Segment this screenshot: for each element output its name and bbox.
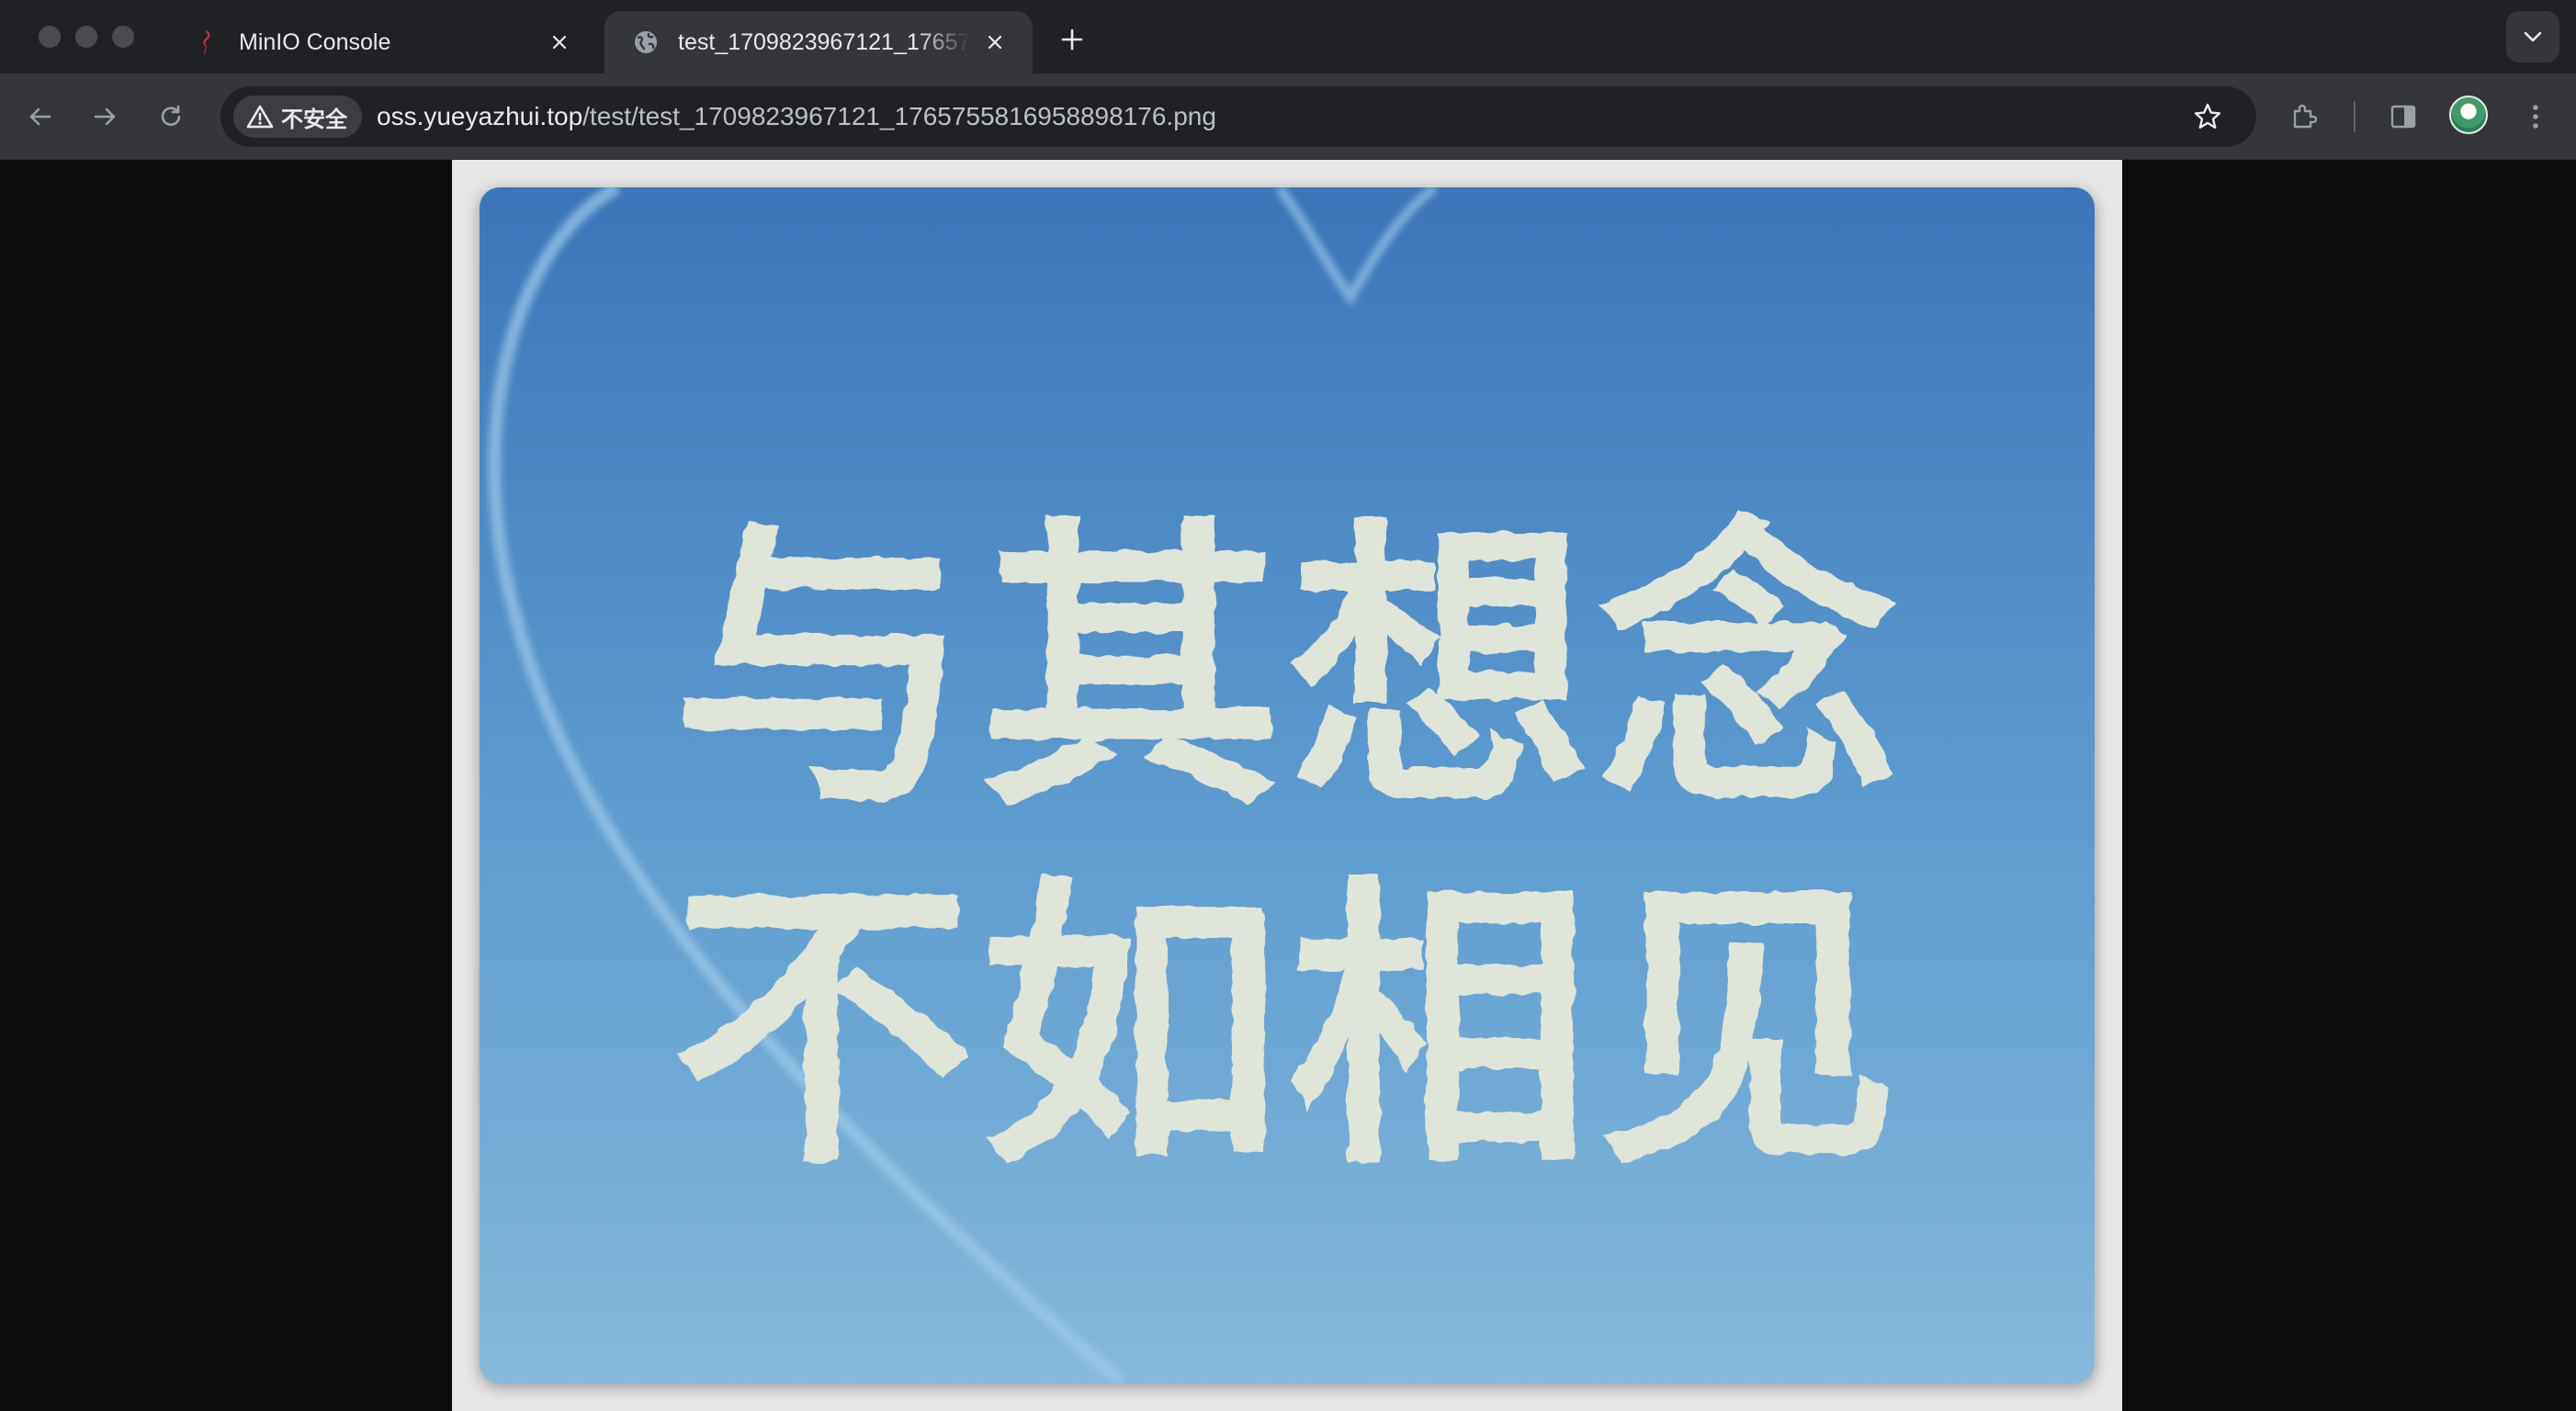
chevron-down-icon: [2524, 31, 2542, 42]
site-security-chip[interactable]: 不安全: [233, 96, 362, 138]
reload-button[interactable]: [147, 93, 195, 141]
page-viewport: 与其想念 不如相见: [0, 160, 2576, 1411]
browser-toolbar: 不安全 oss.yueyazhui.top/test/test_17098239…: [0, 73, 2576, 160]
window-minimize-control[interactable]: [75, 26, 97, 48]
security-label: 不安全: [281, 107, 347, 132]
browser-window: MinIO Console test_1709823967121_1765755…: [0, 0, 2576, 1411]
puzzle-icon: [2293, 104, 2318, 129]
bookmark-star-button[interactable]: [2185, 94, 2231, 140]
tab-close-icon[interactable]: [979, 27, 1011, 58]
forward-button[interactable]: [81, 93, 129, 141]
side-panel-button[interactable]: [2379, 93, 2427, 141]
profile-avatar[interactable]: [2449, 96, 2488, 134]
side-panel-icon: [2390, 105, 2416, 129]
calligraphy-line-2: 不如相见: [671, 852, 1905, 1205]
calligraphy-sky-image: 与其想念 不如相见: [480, 187, 2095, 1383]
new-tab-button[interactable]: [1051, 18, 1093, 61]
calligraphy-line-1: 与其想念: [671, 494, 1905, 847]
window-close-control[interactable]: [39, 26, 61, 48]
tab-minio-console[interactable]: MinIO Console: [165, 11, 597, 73]
url-host: oss.yueyazhui.top: [377, 102, 583, 130]
plus-icon: [1061, 28, 1083, 51]
image-viewer-area: 与其想念 不如相见: [452, 160, 2122, 1411]
url-path: /test/test_1709823967121_176575581695889…: [582, 102, 1216, 130]
window-zoom-control[interactable]: [112, 26, 134, 48]
tab-title: test_1709823967121_1765755816958898176.p…: [678, 28, 970, 55]
tab-strip: MinIO Console test_1709823967121_1765755…: [0, 0, 2576, 73]
more-vertical-icon: [2533, 105, 2538, 129]
back-button[interactable]: [17, 93, 64, 141]
browser-menu-button[interactable]: [2512, 93, 2559, 141]
extensions-button[interactable]: [2280, 93, 2328, 141]
globe-icon: [632, 28, 660, 56]
tab-title: MinIO Console: [239, 28, 391, 55]
toolbar-divider: [2354, 101, 2356, 132]
arrow-right-icon: [94, 107, 116, 126]
arrow-left-icon: [29, 107, 51, 126]
reload-icon: [161, 105, 181, 126]
star-icon: [2194, 103, 2221, 129]
warning-icon: [246, 104, 274, 130]
url-text: oss.yueyazhui.top/test/test_170982396712…: [377, 102, 1216, 131]
address-bar[interactable]: 不安全 oss.yueyazhui.top/test/test_17098239…: [220, 86, 2256, 147]
displayed-image[interactable]: 与其想念 不如相见: [480, 187, 2095, 1383]
tab-image[interactable]: test_1709823967121_1765755816958898176.p…: [604, 11, 1033, 73]
tab-close-icon[interactable]: [544, 27, 575, 58]
tab-search-button[interactable]: [2506, 11, 2559, 62]
minio-flamingo-icon: [193, 28, 220, 56]
